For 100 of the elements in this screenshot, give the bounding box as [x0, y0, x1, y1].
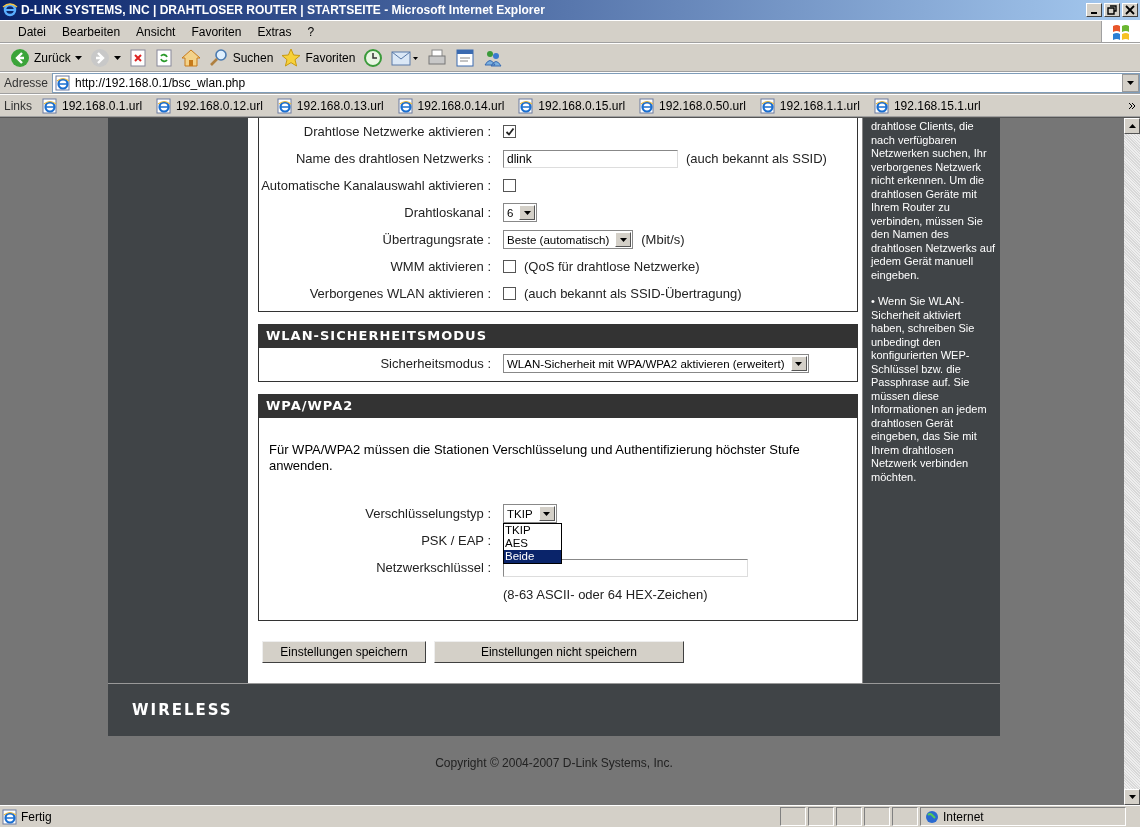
close-icon [1125, 5, 1135, 15]
favorites-button[interactable]: Favoriten [279, 47, 358, 68]
stop-icon [128, 48, 147, 67]
browser-page-icon [42, 97, 58, 114]
text-field[interactable]: dlink [503, 149, 678, 168]
dropdown[interactable]: WLAN-Sicherheit mit WPA/WPA2 aktivieren (erweitert) [503, 354, 809, 373]
checkbox[interactable] [503, 179, 516, 192]
help-text: • Wenn Sie WLAN-Sicherheit aktiviert haben, schreiben Sie unbedingt den konfigurierten WEP-Schlüssel bzw. die Passphrase auf. Sie müssen diese Informationen an jedem drahtlosen Gerät eingeben, das Sie mit Ihrem drahtlosen Netzwerk verbinden möchten. [871, 295, 988, 484]
history-icon [363, 47, 384, 68]
star-icon [281, 47, 302, 68]
scroll-up-icon[interactable] [1128, 124, 1136, 128]
link-button[interactable]: 192.168.0.14.url [393, 97, 509, 114]
status-text: Fertig [0, 808, 780, 825]
caret-icon [795, 361, 803, 366]
caret-icon [523, 210, 531, 215]
address-label: Adresse [4, 76, 49, 90]
status-pane [808, 807, 834, 826]
dropdown-option[interactable]: Beide [504, 550, 561, 563]
close-button[interactable] [1122, 3, 1138, 17]
description-text: Für WPA/WPA2 müssen die Stationen Verschlüsselung und Authentifizierung höchster Stufe anwenden. [269, 442, 801, 474]
caret-icon [619, 237, 627, 242]
edit-icon [455, 47, 476, 68]
field-label: WMM aktivieren : [389, 259, 492, 274]
field-label: Name des drahtlosen Netzwerks : [294, 151, 492, 166]
field-label: Verborgenes WLAN aktivieren : [308, 286, 492, 301]
browser-page-icon [873, 97, 890, 114]
field-label: Drahtlose Netzwerke aktivieren : [302, 124, 492, 139]
link-button[interactable]: 192.168.0.15.url [514, 97, 630, 114]
globe-icon [925, 809, 939, 824]
menu-item[interactable]: Extras [249, 24, 300, 39]
minimize-icon [1091, 12, 1097, 14]
link-button[interactable]: 192.168.0.13.url [272, 97, 388, 114]
copyright-text: Copyright © 2004-2007 D-Link Systems, Inc. [434, 756, 674, 770]
form-button[interactable]: Einstellungen nicht speichern [434, 641, 684, 663]
checkbox[interactable] [503, 260, 516, 273]
menu-item[interactable]: Ansicht [128, 24, 184, 39]
chevron-icon[interactable] [1128, 101, 1136, 110]
link-button[interactable]: 192.168.0.50.url [635, 97, 750, 114]
field-label: Sicherheitsmodus : [379, 356, 492, 371]
minimize-button[interactable] [1086, 3, 1102, 17]
browser-page-icon [397, 97, 414, 114]
field-note: (QoS für drahtlose Netzwerke) [524, 259, 700, 274]
restore-button[interactable] [1104, 3, 1120, 17]
field-note: (auch bekannt als SSID-Übertragung) [524, 286, 742, 301]
dropdown[interactable]: TKIP [503, 504, 557, 523]
browser-page-icon [276, 97, 293, 114]
caret-icon [74, 55, 82, 60]
help-text: drahtlose Clients, die nach verfügbaren Netzwerken suchen, Ihr verborgenes Netzwerk nicht erkennen. Um die drahtlosen Geräte mit Ihrem Router zu verbinden, müssen Sie den Namen des drahtlosen Netzwerks auf jedem Gerät manuell eingeben. [871, 120, 996, 282]
search-button[interactable]: Suchen [206, 47, 276, 68]
address-field[interactable]: http://192.168.0.1/bsc_wlan.php [52, 73, 1140, 93]
link-button[interactable]: 192.168.15.1.url [869, 97, 985, 114]
browser-page-icon [639, 97, 656, 114]
checkbox[interactable] [503, 287, 516, 300]
refresh-icon [154, 48, 173, 67]
browser-page-icon [518, 97, 535, 114]
printer-icon [427, 47, 448, 68]
menu-item[interactable]: ? [299, 24, 323, 39]
browser-page-icon [2, 808, 18, 825]
status-pane [780, 807, 806, 826]
status-pane [836, 807, 862, 826]
menu-item[interactable]: Datei [10, 24, 54, 39]
field-label: Verschlüsselungstyp : [364, 506, 492, 521]
dropdown-option[interactable]: AES [504, 537, 561, 550]
security-zone: Internet [920, 807, 1126, 826]
status-pane [892, 807, 918, 826]
menu-item[interactable]: Bearbeiten [54, 24, 129, 39]
window-title: D-LINK SYSTEMS, INC | DRAHTLOSER ROUTER | STARTSEITE - Microsoft Internet Explorer [21, 3, 546, 17]
home-icon [180, 47, 201, 68]
browser-page-icon [759, 97, 776, 114]
section-header: WPA/WPA2 [258, 394, 858, 418]
text-field[interactable] [503, 558, 748, 577]
browser-page-icon [156, 97, 173, 114]
caret-icon [543, 511, 551, 516]
dropdown[interactable]: Beste (automatisch) [503, 230, 634, 249]
field-note: (auch bekannt als SSID) [686, 151, 827, 166]
restore-icon [1107, 5, 1117, 15]
browser-page-icon [55, 75, 72, 91]
dropdown-option[interactable]: TKIP [504, 524, 561, 537]
field-label: PSK / EAP : [420, 533, 492, 548]
caret-icon [113, 55, 121, 60]
menu-item[interactable]: Favoriten [183, 24, 250, 39]
status-pane [864, 807, 890, 826]
brand-text: WIRELESS [131, 701, 233, 719]
scroll-down-icon[interactable] [1128, 795, 1136, 799]
link-button[interactable]: 192.168.0.1.url [38, 97, 147, 114]
caret-icon [1127, 81, 1134, 85]
field-label: Netzwerkschlüssel : [375, 560, 492, 575]
link-button[interactable]: 192.168.0.12.url [152, 97, 267, 114]
form-button[interactable]: Einstellungen speichern [262, 641, 426, 663]
browser-icon [2, 2, 18, 18]
field-label: Übertragungsrate : [381, 232, 492, 247]
dropdown[interactable]: 6 [503, 203, 538, 222]
field-label: Automatische Kanalauswahl aktivieren : [260, 178, 492, 193]
search-icon [208, 47, 229, 68]
checkbox[interactable] [503, 125, 516, 138]
links-label: Links [4, 98, 32, 113]
field-hint: (8-63 ASCII- oder 64 HEX-Zeichen) [503, 587, 708, 602]
back-button[interactable]: Zurück [8, 47, 84, 68]
scrollbar[interactable] [1124, 118, 1140, 805]
link-button[interactable]: 192.168.1.1.url [755, 97, 864, 114]
